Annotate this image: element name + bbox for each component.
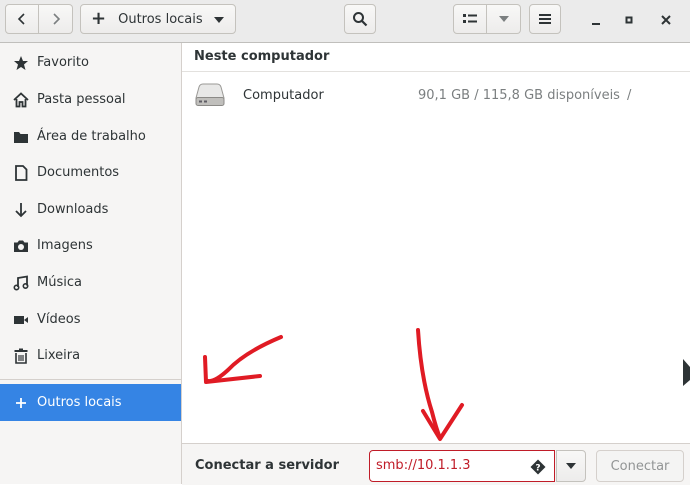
back-button[interactable] (5, 4, 39, 34)
camera-icon (12, 237, 30, 255)
section-divider (182, 71, 690, 72)
location-button[interactable]: + Outros locais (80, 4, 236, 34)
hamburger-menu-icon (539, 14, 551, 24)
connect-button[interactable]: Conectar (596, 450, 684, 482)
view-mode-button[interactable] (453, 4, 487, 34)
chevron-down-icon (566, 463, 576, 469)
folder-icon (12, 128, 30, 146)
sidebar-item-area-de-trabalho[interactable]: Área de trabalho (0, 118, 181, 155)
sidebar-item-videos[interactable]: Vídeos (0, 301, 181, 338)
sidebar-item-label: Documentos (37, 165, 120, 180)
recent-servers-button[interactable] (556, 450, 586, 482)
plus-icon: + (91, 8, 107, 29)
go-back-icon (17, 13, 25, 25)
home-icon (12, 91, 30, 109)
hard-drive-icon (195, 83, 225, 106)
go-forward-icon (52, 13, 60, 25)
help-diamond-icon: ? (530, 459, 546, 475)
server-address-field[interactable]: ? (369, 450, 555, 482)
sidebar: Favorito Pasta pessoal Área de trabalho … (0, 43, 182, 484)
maximize-icon (625, 16, 633, 24)
sidebar-item-documentos[interactable]: Documentos (0, 154, 181, 191)
view-options-button[interactable] (487, 4, 521, 34)
plus-icon (12, 394, 30, 412)
trash-icon (12, 347, 30, 365)
search-button[interactable] (344, 4, 376, 34)
close-icon (661, 15, 671, 25)
search-icon (353, 12, 368, 27)
sidebar-item-imagens[interactable]: Imagens (0, 227, 181, 264)
sidebar-item-downloads[interactable]: Downloads (0, 191, 181, 228)
svg-text:?: ? (535, 464, 540, 474)
star-icon (12, 54, 30, 72)
section-title: Neste computador (194, 49, 330, 64)
connect-bar: Conectar a servidor ? Conectar (182, 443, 690, 485)
video-icon (12, 311, 30, 329)
forward-button[interactable] (39, 4, 73, 34)
sidebar-item-label: Imagens (37, 238, 93, 253)
sidebar-divider (0, 379, 181, 380)
sidebar-item-label: Vídeos (37, 312, 81, 327)
mouse-cursor-icon (683, 359, 690, 386)
drive-row[interactable]: Computador 90,1 GB / 115,8 GB disponívei… (182, 73, 690, 117)
sidebar-item-pasta-pessoal[interactable]: Pasta pessoal (0, 81, 181, 118)
grid-view-icon (463, 14, 477, 23)
sidebar-item-favorito[interactable]: Favorito (0, 44, 181, 81)
sidebar-item-label: Pasta pessoal (37, 92, 126, 107)
sidebar-item-lixeira[interactable]: Lixeira (0, 337, 181, 374)
drive-name: Computador (243, 88, 324, 103)
sidebar-item-label: Outros locais (37, 395, 122, 410)
sidebar-item-label: Área de trabalho (37, 129, 146, 144)
music-icon (12, 274, 30, 292)
minimize-icon (592, 23, 600, 25)
view-buttons (453, 4, 521, 34)
main-content: Neste computador Computador 90,1 GB / 11… (182, 43, 690, 443)
drive-mount-path: / (627, 88, 632, 103)
sidebar-item-label: Favorito (37, 55, 89, 70)
sidebar-item-label: Lixeira (37, 348, 81, 363)
chevron-down-icon (498, 16, 509, 22)
connect-label: Conectar a servidor (195, 458, 340, 473)
download-icon (12, 201, 30, 219)
minimize-button[interactable] (584, 8, 608, 32)
sidebar-item-label: Downloads (37, 202, 109, 217)
sidebar-item-outros-locais[interactable]: Outros locais (0, 384, 181, 421)
server-address-input[interactable] (376, 458, 516, 473)
close-button[interactable] (654, 8, 678, 32)
drive-space: 90,1 GB / 115,8 GB disponíveis (418, 88, 620, 103)
location-label: Outros locais (118, 11, 203, 27)
chevron-down-icon (214, 17, 224, 23)
menu-button[interactable] (529, 4, 561, 34)
header-bar: + Outros locais (0, 0, 690, 43)
sidebar-item-label: Música (37, 275, 82, 290)
sidebar-item-musica[interactable]: Música (0, 264, 181, 301)
maximize-button[interactable] (617, 8, 641, 32)
nav-buttons (5, 4, 73, 34)
document-icon (12, 164, 30, 182)
